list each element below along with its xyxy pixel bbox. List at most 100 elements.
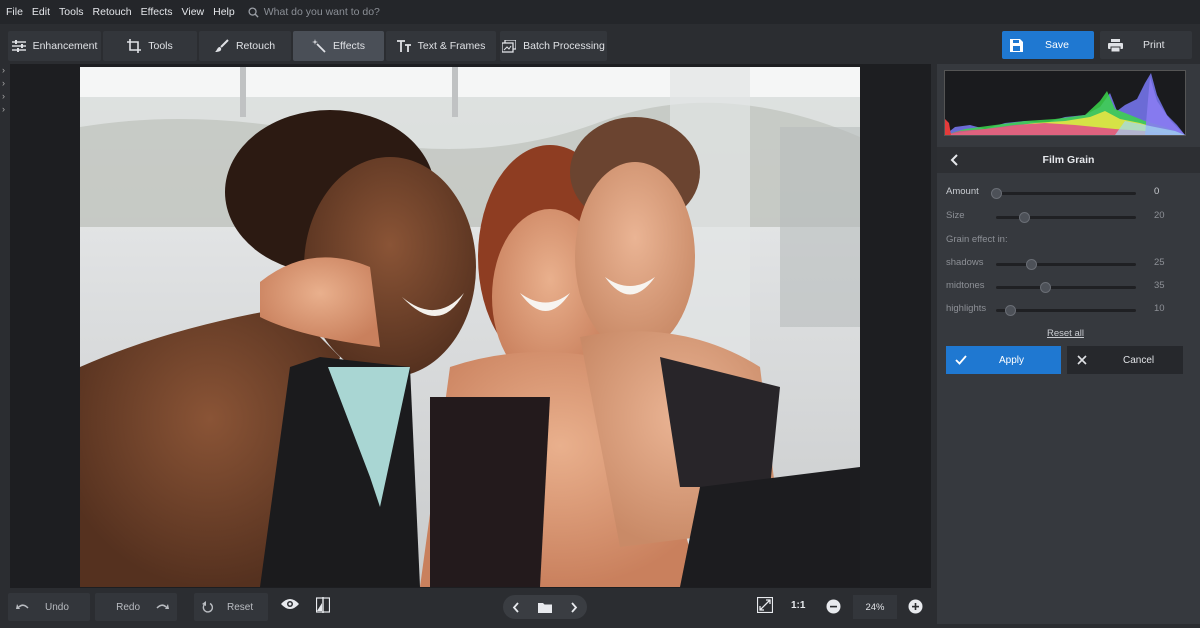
photo-preview[interactable] <box>80 67 860 587</box>
slider-shadows-label: shadows <box>946 257 984 268</box>
slider-midtones[interactable]: midtones 35 <box>946 280 1176 294</box>
slider-highlights-thumb[interactable] <box>1005 305 1016 316</box>
compare-icon <box>316 597 330 613</box>
folder-icon[interactable] <box>538 602 552 613</box>
main-toolbar: Enhancement Tools Retouch Effects Text &… <box>0 28 1200 64</box>
undo-label: Undo <box>45 601 69 613</box>
slider-midtones-label: midtones <box>946 280 985 291</box>
slider-size-thumb[interactable] <box>1019 212 1030 223</box>
sliders-icon <box>11 40 26 52</box>
menu-edit[interactable]: Edit <box>32 6 50 18</box>
menu-bar: File Edit Tools Retouch Effects View Hel… <box>0 0 1200 24</box>
histogram <box>944 70 1186 136</box>
redo-button[interactable]: Redo <box>95 593 177 621</box>
slider-shadows-track[interactable] <box>996 259 1136 270</box>
tab-tools-label: Tools <box>148 40 173 52</box>
save-button[interactable]: Save <box>1002 31 1094 59</box>
undo-button[interactable]: Undo <box>8 593 90 621</box>
photo-image <box>80 67 860 587</box>
slider-midtones-thumb[interactable] <box>1040 282 1051 293</box>
fit-to-screen-button[interactable] <box>757 597 773 613</box>
menu-view[interactable]: View <box>182 6 205 18</box>
expand-arrow-icon: › <box>2 104 5 114</box>
print-button[interactable]: Print <box>1100 31 1192 59</box>
preview-eye-button[interactable] <box>281 598 299 610</box>
checkmark-icon <box>955 355 967 365</box>
apply-label: Apply <box>999 354 1025 366</box>
zoom-in-button[interactable] <box>908 599 923 614</box>
menu-tools[interactable]: Tools <box>59 6 84 18</box>
slider-amount-thumb[interactable] <box>991 188 1002 199</box>
expand-arrow-icon: › <box>2 65 5 75</box>
slider-amount-track[interactable] <box>991 188 1136 199</box>
reset-button[interactable]: Reset <box>194 593 268 621</box>
zoom-level[interactable]: 24% <box>853 595 897 619</box>
tab-batch-processing-label: Batch Processing <box>523 40 605 52</box>
slider-highlights[interactable]: highlights 10 <box>946 303 1176 317</box>
search-placeholder: What do you want to do? <box>263 6 380 18</box>
back-arrow-icon[interactable] <box>947 154 961 166</box>
chevron-left-icon[interactable] <box>512 601 520 613</box>
slider-size[interactable]: Size 20 <box>946 210 1176 224</box>
compare-button[interactable] <box>316 597 330 613</box>
tab-retouch-label: Retouch <box>235 40 276 52</box>
zoom-out-button[interactable] <box>826 599 841 614</box>
search-box[interactable]: What do you want to do? <box>248 6 380 18</box>
cancel-button[interactable]: Cancel <box>1067 346 1183 374</box>
reset-label: Reset <box>227 601 254 613</box>
slider-amount[interactable]: Amount 0 <box>946 186 1176 200</box>
slider-shadows-value: 25 <box>1154 257 1165 268</box>
actual-size-button[interactable]: 1:1 <box>791 600 805 611</box>
slider-shadows[interactable]: shadows 25 <box>946 257 1176 271</box>
fit-screen-icon <box>757 597 773 613</box>
slider-highlights-track[interactable] <box>996 305 1136 316</box>
zoom-in-icon <box>908 599 923 614</box>
slider-highlights-value: 10 <box>1154 303 1165 314</box>
slider-size-value: 20 <box>1154 210 1165 221</box>
redo-icon <box>156 604 169 609</box>
menu-effects[interactable]: Effects <box>141 6 173 18</box>
canvas-area <box>10 64 931 588</box>
zoom-out-icon <box>826 599 841 614</box>
expand-arrow-icon: › <box>2 91 5 101</box>
tab-enhancement-label: Enhancement <box>32 40 98 52</box>
menu-retouch[interactable]: Retouch <box>93 6 132 18</box>
slider-size-track[interactable] <box>996 212 1136 223</box>
slider-amount-value: 0 <box>1154 186 1160 197</box>
slider-midtones-value: 35 <box>1154 280 1165 291</box>
reset-icon <box>202 601 213 613</box>
left-panel-toggle[interactable]: › › › › <box>0 64 10 588</box>
crop-icon <box>127 39 142 53</box>
search-icon <box>248 6 259 18</box>
menu-help[interactable]: Help <box>213 6 235 18</box>
slider-midtones-track[interactable] <box>996 282 1136 293</box>
slider-highlights-label: highlights <box>946 303 987 314</box>
slider-size-label: Size <box>946 210 965 221</box>
brush-icon <box>214 39 229 52</box>
expand-arrow-icon: › <box>2 78 5 88</box>
tab-tools[interactable]: Tools <box>103 31 197 61</box>
text-icon <box>396 40 411 52</box>
slider-shadows-thumb[interactable] <box>1026 259 1037 270</box>
batch-icon <box>502 39 517 53</box>
tab-batch-processing[interactable]: Batch Processing <box>500 31 607 61</box>
printer-icon <box>1108 38 1123 52</box>
tab-text-frames[interactable]: Text & Frames <box>386 31 496 61</box>
chevron-right-icon[interactable] <box>570 601 578 613</box>
magic-wand-icon <box>312 39 326 53</box>
tab-effects[interactable]: Effects <box>293 31 384 61</box>
panel-title: Film Grain <box>1042 154 1095 166</box>
zoom-level-value: 24% <box>865 601 885 613</box>
apply-button[interactable]: Apply <box>946 346 1061 374</box>
redo-label: Redo <box>116 601 140 613</box>
tab-enhancement[interactable]: Enhancement <box>8 31 101 61</box>
reset-all-link[interactable]: Reset all <box>1047 328 1084 339</box>
eye-icon <box>281 599 299 609</box>
tab-retouch[interactable]: Retouch <box>199 31 291 61</box>
undo-icon <box>16 604 29 609</box>
grain-effect-label: Grain effect in: <box>946 234 1008 245</box>
save-label: Save <box>1045 39 1069 51</box>
bottom-toolbar: Undo Redo Reset 1:1 24% <box>0 590 935 624</box>
print-label: Print <box>1143 39 1165 51</box>
menu-file[interactable]: File <box>6 6 23 18</box>
